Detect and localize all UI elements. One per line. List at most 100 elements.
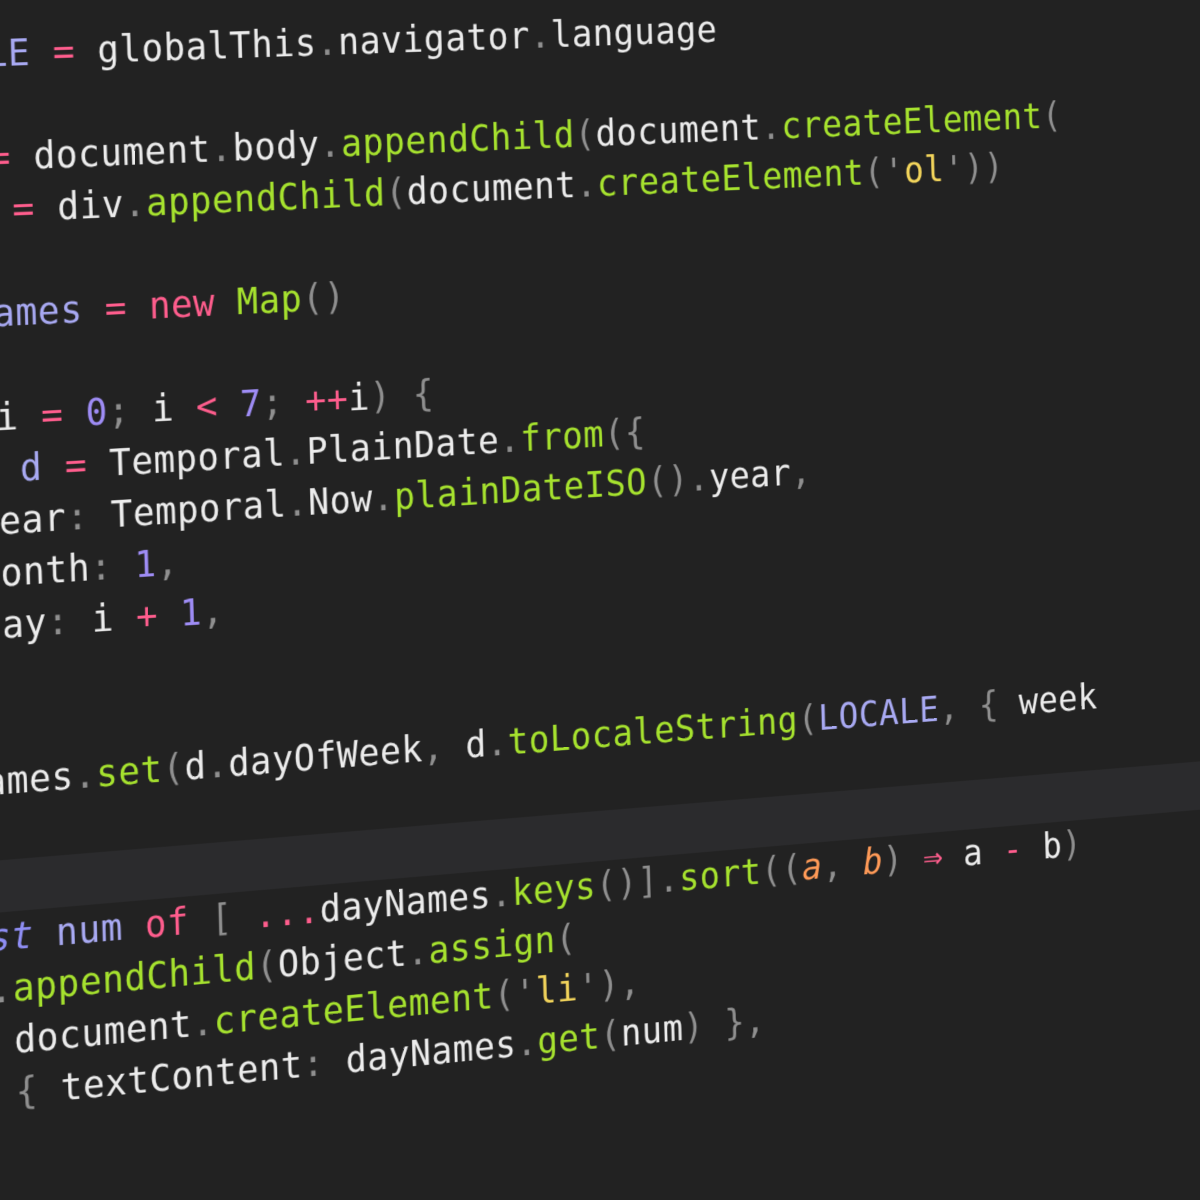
code-token: assign xyxy=(428,919,556,972)
code-token xyxy=(38,1067,62,1112)
code-token: document xyxy=(595,107,761,155)
code-token: i xyxy=(0,395,19,439)
code-token: ++ xyxy=(304,377,348,421)
code-token: = xyxy=(104,286,127,330)
code-token: LOCALE xyxy=(818,689,940,739)
code-token: num xyxy=(55,906,123,954)
code-token xyxy=(173,386,196,430)
code-token: day xyxy=(0,601,48,648)
code-token: 1 xyxy=(179,591,202,635)
code-token: )) xyxy=(964,146,1005,188)
code-token: { xyxy=(15,1069,39,1114)
code-token: : xyxy=(46,600,70,644)
code-token: , xyxy=(201,589,224,633)
code-token: b xyxy=(862,841,883,883)
code-token: ' xyxy=(883,151,904,192)
code-token: document xyxy=(406,164,576,213)
code-token xyxy=(129,388,152,432)
code-token: PlainDate xyxy=(306,420,500,473)
code-token: [ xyxy=(210,896,233,940)
code-token xyxy=(959,686,980,728)
code-token xyxy=(113,595,136,639)
code-token: , xyxy=(822,844,843,887)
code-token: keys xyxy=(511,865,596,914)
code-token xyxy=(63,392,87,436)
code-token: ' xyxy=(514,971,536,1015)
code-token: ) xyxy=(369,375,392,418)
code-token: , xyxy=(156,541,179,585)
code-token: language xyxy=(550,9,717,56)
code-token xyxy=(122,904,145,948)
code-token: ( xyxy=(574,113,596,155)
code-token: yNames xyxy=(0,288,83,338)
code-token: { xyxy=(412,373,435,416)
code-token: ; xyxy=(107,389,130,433)
code-token: month xyxy=(0,547,91,597)
code-token: year xyxy=(709,452,792,498)
code-token: Object xyxy=(277,932,408,986)
code-token xyxy=(0,1071,16,1118)
code-token: ( xyxy=(600,1013,622,1056)
code-token xyxy=(391,374,414,417)
code-token: 7 xyxy=(239,382,262,426)
code-token: ; xyxy=(261,381,284,424)
code-token: . xyxy=(516,1021,538,1065)
code-token xyxy=(943,834,964,876)
code-token: navigator xyxy=(337,15,530,63)
code-token: year xyxy=(0,496,67,544)
code-token: - xyxy=(1002,829,1023,871)
code-token xyxy=(443,725,465,768)
code-token: ( xyxy=(555,917,577,960)
code-token xyxy=(34,186,58,230)
code-token: ( xyxy=(863,151,884,193)
code-token xyxy=(703,1003,725,1046)
code-token: num xyxy=(620,1007,683,1054)
code-token: () xyxy=(647,459,690,503)
code-token: ()] xyxy=(595,860,659,907)
code-token: appendChild xyxy=(340,114,575,165)
code-token: ( xyxy=(797,698,818,740)
code-token: = xyxy=(64,443,88,487)
code-token xyxy=(188,898,211,942)
code-token xyxy=(0,447,21,491)
code-token: ), xyxy=(598,961,641,1006)
code-token xyxy=(33,912,57,957)
code-token xyxy=(983,830,1004,872)
code-token: ( xyxy=(162,746,185,790)
code-token: () xyxy=(301,276,345,320)
code-token: . xyxy=(688,457,710,499)
code-token: 1 xyxy=(134,542,157,586)
code-token: . xyxy=(658,858,680,901)
code-token xyxy=(217,383,240,427)
code-token: 0 xyxy=(85,390,108,434)
code-token: Temporal xyxy=(110,483,287,536)
code-token: a xyxy=(963,832,984,874)
code-token: { xyxy=(978,684,999,726)
code-token: ( xyxy=(385,171,408,214)
code-token: < xyxy=(195,384,218,428)
code-token xyxy=(283,380,306,423)
code-token: from xyxy=(520,414,605,460)
code-token xyxy=(30,30,54,74)
code-token xyxy=(112,544,135,588)
code-token: . xyxy=(284,431,307,474)
code-token xyxy=(214,281,237,324)
code-token: d xyxy=(184,745,207,789)
code-editor[interactable]: CALE = globalThis.navigator.language v =… xyxy=(0,0,1132,1123)
code-token: . xyxy=(316,21,339,64)
code-token: dayOfWeek xyxy=(228,728,424,785)
code-token xyxy=(74,29,98,72)
code-token xyxy=(42,445,66,489)
code-token: . xyxy=(210,127,233,170)
code-token: . xyxy=(529,14,551,56)
code-token: i xyxy=(348,376,371,419)
code-token: . xyxy=(206,743,229,787)
code-token: of xyxy=(144,900,189,946)
code-token: ) xyxy=(882,839,903,881)
code-token: ( xyxy=(255,944,278,988)
code-token: , xyxy=(790,451,811,493)
code-token: + xyxy=(135,594,158,638)
code-token: . xyxy=(490,872,512,915)
code-token: ( xyxy=(1042,95,1063,136)
code-token: get xyxy=(537,1015,601,1062)
